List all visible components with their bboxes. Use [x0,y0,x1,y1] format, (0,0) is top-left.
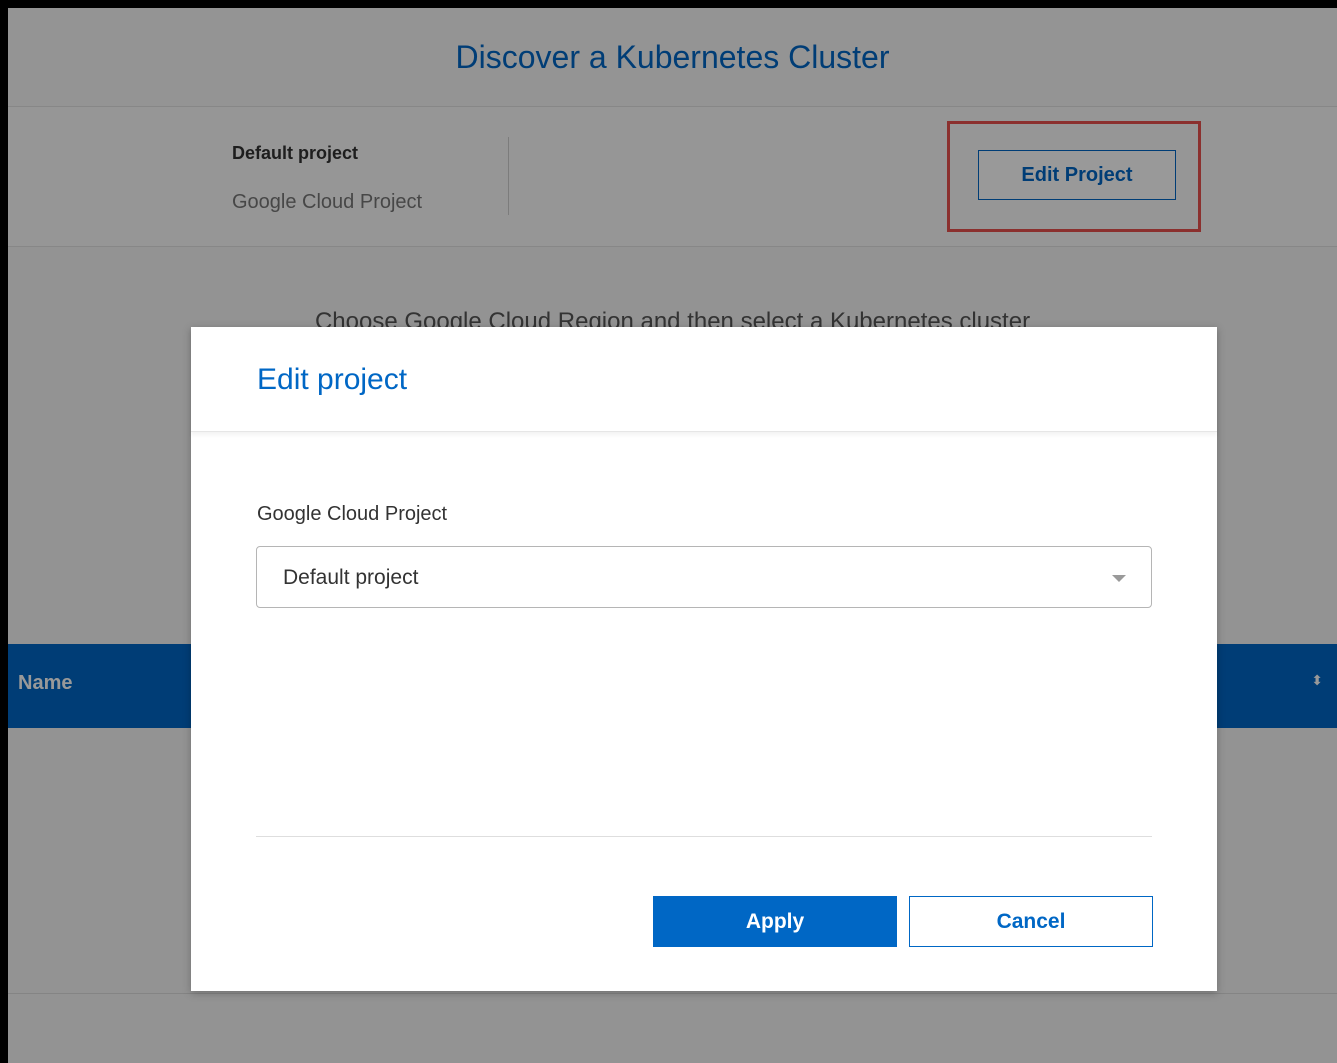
google-cloud-project-label: Google Cloud Project [257,503,448,525]
app-frame: Discover a Kubernetes Cluster Default pr… [8,8,1337,1063]
selected-project-value: Default project [283,566,419,589]
dialog-title: Edit project [257,363,408,396]
cancel-button[interactable]: Cancel [909,896,1153,947]
chevron-down-icon[interactable] [1112,575,1126,582]
dialog-divider [256,836,1152,837]
edit-project-dialog: Edit project Google Cloud Project Defaul… [191,327,1217,991]
dialog-header: Edit project [191,327,1217,432]
apply-button[interactable]: Apply [653,896,897,947]
google-cloud-project-select[interactable]: Default project [256,546,1152,608]
